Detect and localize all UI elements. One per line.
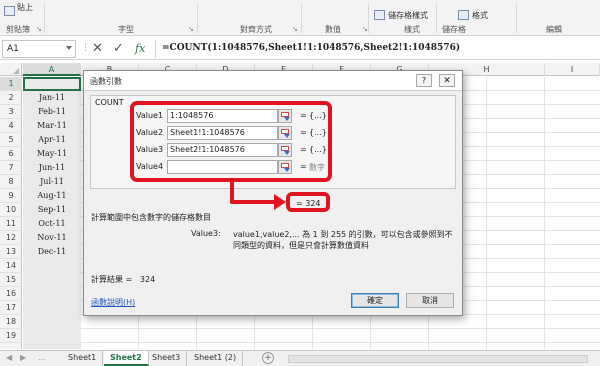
cells-group-label: 儲存格: [442, 25, 466, 34]
row-header[interactable]: 15: [0, 273, 22, 287]
dialog-title-bar[interactable]: 函數引數 ? ✕: [84, 71, 462, 91]
ribbon: 貼上 剪貼簿 ↘ 字型 ↘ 對齊方式 ↘ 數值 ↘ 儲存格樣式 樣式 儲存格 格…: [0, 0, 600, 36]
current-argument-name: Value3:: [191, 229, 221, 238]
column-header[interactable]: A: [23, 63, 81, 76]
row-header[interactable]: 4: [0, 119, 22, 133]
row-header[interactable]: 1: [0, 77, 22, 91]
row-header[interactable]: 2: [0, 91, 22, 105]
excel-window: 貼上 剪貼簿 ↘ 字型 ↘ 對齊方式 ↘ 數值 ↘ 儲存格樣式 樣式 儲存格 格…: [0, 0, 600, 366]
tab-sheet3[interactable]: Sheet3: [146, 351, 188, 366]
row-header[interactable]: 10: [0, 203, 22, 217]
tab-more-icon[interactable]: ...: [38, 353, 46, 362]
calculation-result: 計算結果 = 324: [91, 274, 155, 285]
select-all-button[interactable]: [0, 63, 22, 76]
select-all-icon: [13, 68, 19, 74]
alignment-launcher-icon[interactable]: ↘: [292, 25, 298, 33]
dialog-title: 函數引數: [90, 77, 122, 86]
sheet-tab-bar: ◀ ▶ ... Sheet1 Sheet2 Sheet3 Sheet1 (2) …: [0, 350, 600, 366]
cell-a12[interactable]: Nov-11: [23, 231, 81, 245]
cell-a2[interactable]: Jan-11: [23, 91, 81, 105]
cell-a11[interactable]: Oct-11: [23, 217, 81, 231]
separator: [436, 3, 437, 33]
format-icon[interactable]: [458, 10, 469, 20]
cell-a13[interactable]: Dec-11: [23, 245, 81, 259]
tab-sheet1[interactable]: Sheet1: [62, 351, 104, 366]
function-name: COUNT: [95, 98, 124, 107]
row-header[interactable]: 5: [0, 133, 22, 147]
function-arguments-dialog: 函數引數 ? ✕ COUNT Value1 1:1048576 = {...} …: [83, 70, 463, 316]
separator: [44, 3, 45, 33]
cell-a3[interactable]: Feb-11: [23, 105, 81, 119]
cell-a9[interactable]: Aug-11: [23, 189, 81, 203]
formula-input[interactable]: =COUNT(1:1048576,Sheet1!1:1048576,Sheet2…: [155, 40, 598, 58]
row-header[interactable]: 7: [0, 161, 22, 175]
row-header[interactable]: 6: [0, 147, 22, 161]
separator: [516, 3, 517, 33]
number-group-label: 數值: [325, 25, 341, 34]
paste-icon[interactable]: [4, 6, 15, 16]
paste-label[interactable]: 貼上: [17, 2, 33, 13]
number-launcher-icon[interactable]: ↘: [362, 25, 368, 33]
row-header[interactable]: 16: [0, 287, 22, 301]
add-sheet-button[interactable]: +: [262, 352, 274, 364]
cell-styles-icon[interactable]: [374, 10, 385, 20]
more-icon[interactable]: ⋮: [81, 43, 90, 53]
clipboard-group-label: 剪貼簿: [6, 25, 30, 34]
separator: [197, 3, 198, 33]
highlight-arrow-icon: [230, 179, 286, 210]
cancel-button[interactable]: 取消: [406, 293, 454, 308]
tab-next-icon[interactable]: ▶: [20, 353, 26, 362]
font-group-label: 字型: [118, 25, 134, 34]
cancel-entry-icon[interactable]: ✕: [92, 41, 103, 56]
font-launcher-icon[interactable]: ↘: [188, 25, 194, 33]
row-header[interactable]: 3: [0, 105, 22, 119]
function-help-link[interactable]: 函數說明(H): [91, 297, 135, 308]
cell-a7[interactable]: Jun-11: [23, 161, 81, 175]
row-header[interactable]: 18: [0, 315, 22, 329]
formula-bar: A1 ⋮ ✕ ✓ fx =COUNT(1:1048576,Sheet1!1:10…: [0, 38, 600, 60]
alignment-group-label: 對齊方式: [240, 25, 272, 34]
horizontal-scrollbar[interactable]: [288, 355, 588, 363]
row-header[interactable]: 12: [0, 231, 22, 245]
cell-a5[interactable]: Apr-11: [23, 133, 81, 147]
cell-a8[interactable]: Jul-11: [23, 175, 81, 189]
cell-a6[interactable]: May-11: [23, 147, 81, 161]
function-description: 計算範圍中包含數字的儲存格數目: [91, 213, 211, 222]
column-header[interactable]: I: [545, 63, 600, 76]
cell-a10[interactable]: Sep-11: [23, 203, 81, 217]
calc-result-value: 324: [139, 275, 156, 284]
chevron-down-icon[interactable]: [66, 46, 72, 50]
confirm-entry-icon[interactable]: ✓: [113, 41, 124, 56]
cell-styles-label[interactable]: 儲存格樣式: [388, 10, 428, 21]
formula-result: = 324: [296, 199, 321, 208]
tab-sheet2[interactable]: Sheet2: [104, 351, 149, 366]
tab-sheet1-2[interactable]: Sheet1 (2): [188, 351, 244, 366]
row-header[interactable]: 14: [0, 259, 22, 273]
active-cell-a1[interactable]: [23, 77, 81, 91]
row-header[interactable]: 11: [0, 217, 22, 231]
row-header[interactable]: 17: [0, 301, 22, 315]
cell-a4[interactable]: Mar-11: [23, 119, 81, 133]
row-headers: 1 2 3 4 5 6 7 8 9 10 11 12 13 14 15 16 1…: [0, 77, 22, 349]
separator: [301, 3, 302, 33]
clipboard-launcher-icon[interactable]: ↘: [36, 25, 42, 33]
name-box[interactable]: A1: [2, 40, 76, 58]
format-label[interactable]: 格式: [472, 10, 488, 21]
row-header[interactable]: 9: [0, 189, 22, 203]
row-header[interactable]: 13: [0, 245, 22, 259]
separator: [368, 3, 369, 33]
current-argument-description: value1,value2,... 為 1 到 255 的引數，可以包含或參照到…: [233, 230, 453, 250]
styles-group-label: 樣式: [404, 25, 420, 34]
tab-prev-icon[interactable]: ◀: [6, 353, 12, 362]
editing-group-label: 編輯: [546, 25, 562, 34]
insert-function-button[interactable]: fx: [135, 41, 145, 56]
dialog-help-button[interactable]: ?: [416, 74, 432, 87]
calc-result-label: 計算結果 =: [91, 275, 133, 284]
dialog-close-button[interactable]: ✕: [439, 74, 455, 87]
highlight-box-arguments: [130, 101, 332, 182]
row-header[interactable]: 8: [0, 175, 22, 189]
ok-button[interactable]: 確定: [351, 293, 399, 308]
row-header[interactable]: 19: [0, 329, 22, 343]
